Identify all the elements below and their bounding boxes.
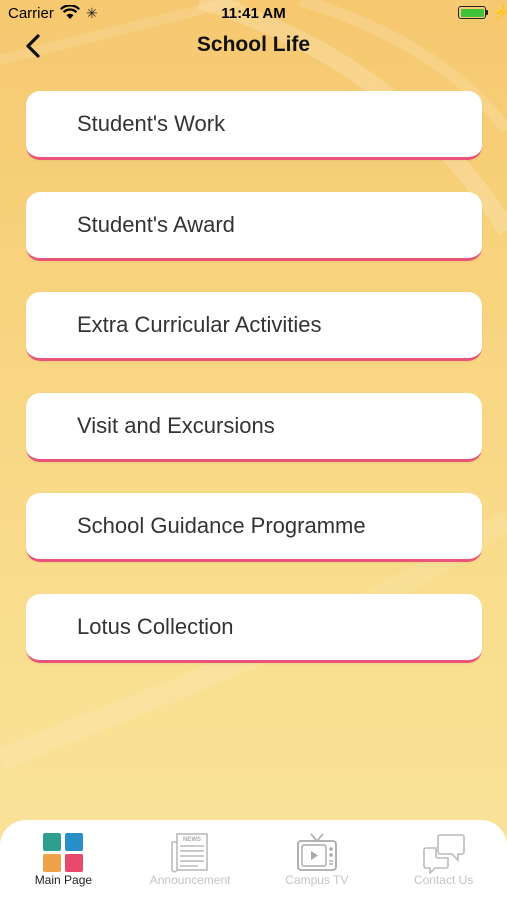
tab-contact-us[interactable]: Contact Us <box>380 820 507 900</box>
menu-item-label: Student's Work <box>77 111 226 136</box>
battery-level <box>460 8 484 17</box>
menu-item-lotus-collection[interactable]: Lotus Collection <box>26 593 482 663</box>
menu-item-extra-curricular[interactable]: Extra Curricular Activities <box>26 292 482 361</box>
menu-item-label: Student's Award <box>77 211 235 237</box>
battery-cap <box>486 10 488 15</box>
menu-item-students-award[interactable]: Student's Award <box>26 191 482 261</box>
charging-bolt-icon: ⚡ <box>492 4 507 20</box>
menu-item-label: Lotus Collection <box>77 613 234 639</box>
menu-item-guidance-programme[interactable]: School Guidance Programme <box>26 493 482 562</box>
newspaper-icon: NEWS <box>171 833 208 873</box>
menu-item-students-work[interactable]: Student's Work <box>26 91 482 160</box>
menu-item-label: Visit and Excursions <box>77 412 275 438</box>
tab-label: Announcement <box>149 873 231 887</box>
menu-list: Student's Work Student's Award Extra Cur… <box>26 91 482 694</box>
tab-campus-tv[interactable]: Campus TV <box>254 820 381 900</box>
tab-label: Contact Us <box>413 873 474 887</box>
tab-label: Campus TV <box>285 873 349 887</box>
menu-item-label: School Guidance Programme <box>77 513 366 538</box>
battery-icon <box>458 6 486 19</box>
menu-item-label: Extra Curricular Activities <box>77 312 322 337</box>
grid-icon <box>43 833 84 872</box>
status-time: 11:41 AM <box>221 5 286 22</box>
tv-icon <box>296 833 337 871</box>
tab-main-page[interactable]: Main Page <box>0 820 127 900</box>
status-bar: Carrier ✳ 11:41 AM ⚡ <box>0 0 507 28</box>
menu-item-visit-excursions[interactable]: Visit and Excursions <box>26 392 482 462</box>
svg-text:NEWS: NEWS <box>183 837 201 843</box>
tab-announcement[interactable]: NEWS Announcement <box>127 820 254 900</box>
tab-bar: Main Page NEWS Announcement Campus TV Co… <box>0 820 507 900</box>
page-title: School Life <box>196 33 311 56</box>
tab-label: Main Page <box>34 873 93 887</box>
chat-bubbles-icon <box>422 834 465 874</box>
